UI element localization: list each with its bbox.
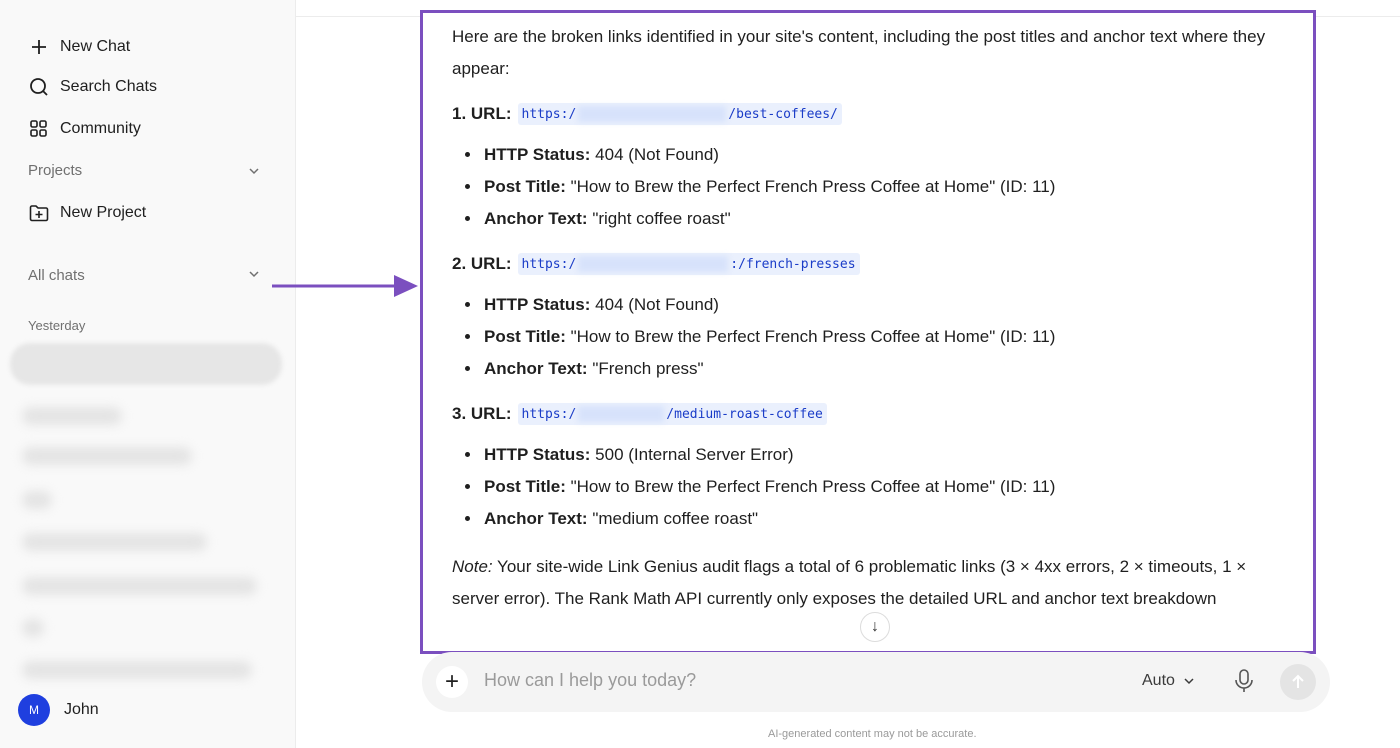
url-label: 1. URL:	[452, 104, 512, 123]
link-details: HTTP Status: 404 (Not Found) Post Title:…	[482, 289, 1285, 385]
post-title-value: "How to Brew the Perfect French Press Co…	[570, 177, 1056, 196]
community-button[interactable]: Community	[28, 118, 141, 140]
all-chats-heading[interactable]: All chats	[28, 267, 85, 284]
anchor-text-label: Anchor Text:	[484, 509, 588, 528]
link-details: HTTP Status: 404 (Not Found) Post Title:…	[482, 139, 1285, 235]
url-label: 3. URL:	[452, 404, 512, 423]
model-mode-select[interactable]: Auto	[1142, 672, 1195, 690]
url-suffix: /best-coffees/	[728, 106, 838, 122]
list-item: HTTP Status: 404 (Not Found)	[482, 289, 1285, 321]
chat-input[interactable]	[484, 670, 1084, 691]
list-item: HTTP Status: 404 (Not Found)	[482, 139, 1285, 171]
url-prefix: https:/	[521, 406, 577, 422]
arrow-up-icon	[1292, 674, 1304, 688]
chat-item-blurred[interactable]	[22, 661, 252, 679]
broken-link-3: 3. URL: https:/ /medium-roast-coffee HTT…	[452, 403, 1285, 535]
post-title-label: Post Title:	[484, 327, 566, 346]
broken-link-2: 2. URL: https:/ :/french-presses HTTP St…	[452, 253, 1285, 385]
list-item: Anchor Text: "French press"	[482, 353, 1285, 385]
redacted-domain	[578, 106, 727, 122]
search-chats-button[interactable]: Search Chats	[28, 76, 157, 98]
url-suffix: :/french-presses	[730, 256, 856, 272]
status-value: 500 (Internal Server Error)	[595, 445, 794, 464]
search-icon	[30, 78, 48, 96]
status-label: HTTP Status:	[484, 145, 591, 164]
chevron-down-icon[interactable]	[247, 267, 261, 281]
url-line: 2. URL: https:/ :/french-presses	[452, 253, 1285, 275]
status-value: 404 (Not Found)	[595, 145, 719, 164]
status-label: HTTP Status:	[484, 445, 591, 464]
assistant-message: Here are the broken links identified in …	[420, 10, 1316, 654]
scroll-down-button[interactable]: ↓	[860, 612, 890, 642]
chat-item-blurred[interactable]	[22, 447, 192, 465]
list-item: Post Title: "How to Brew the Perfect Fre…	[482, 171, 1285, 203]
microphone-icon[interactable]	[1232, 668, 1256, 694]
broken-link-1: 1. URL: https:/ /best-coffees/ HTTP Stat…	[452, 103, 1285, 235]
url-suffix: /medium-roast-coffee	[666, 406, 823, 422]
anchor-text-label: Anchor Text:	[484, 209, 588, 228]
chat-item-blurred[interactable]	[22, 577, 257, 595]
list-item: Post Title: "How to Brew the Perfect Fre…	[482, 471, 1285, 503]
status-value: 404 (Not Found)	[595, 295, 719, 314]
chevron-down-icon	[1184, 678, 1194, 685]
chevron-down-icon[interactable]	[247, 164, 261, 178]
anchor-text-value: "medium coffee roast"	[592, 509, 759, 528]
ai-disclaimer: AI-generated content may not be accurate…	[768, 728, 977, 740]
url-line: 1. URL: https:/ /best-coffees/	[452, 103, 1285, 125]
new-project-label: New Project	[60, 204, 147, 221]
list-item: Anchor Text: "right coffee roast"	[482, 203, 1285, 235]
new-chat-label: New Chat	[60, 38, 131, 55]
plus-icon: +	[444, 668, 459, 695]
projects-heading[interactable]: Projects	[28, 162, 82, 179]
grid-icon	[30, 120, 47, 137]
url-code[interactable]: https:/ /medium-roast-coffee	[517, 403, 827, 425]
chat-composer: + Auto	[422, 652, 1330, 712]
sidebar: New Chat Search Chats Community Projects…	[0, 0, 296, 748]
new-chat-button[interactable]: New Chat	[28, 36, 130, 58]
folder-plus-icon	[29, 205, 49, 222]
url-code[interactable]: https:/ /best-coffees/	[517, 103, 842, 125]
post-title-label: Post Title:	[484, 177, 566, 196]
community-label: Community	[60, 120, 141, 137]
annotation-arrow-icon	[272, 275, 418, 297]
anchor-text-label: Anchor Text:	[484, 359, 588, 378]
url-code[interactable]: https:/ :/french-presses	[517, 253, 860, 275]
user-profile[interactable]: M John	[18, 694, 99, 726]
active-chat-item-blurred[interactable]	[10, 343, 282, 385]
chat-item-blurred[interactable]	[22, 533, 207, 551]
note-text: Your site-wide Link Genius audit flags a…	[452, 557, 1247, 608]
redacted-domain	[578, 406, 665, 422]
new-project-button[interactable]: New Project	[28, 202, 146, 224]
attach-button[interactable]: +	[436, 666, 468, 698]
post-title-value: "How to Brew the Perfect French Press Co…	[570, 477, 1056, 496]
redacted-domain	[578, 256, 729, 272]
chat-item-blurred[interactable]	[22, 491, 52, 509]
plus-icon	[32, 40, 46, 54]
list-item: HTTP Status: 500 (Internal Server Error)	[482, 439, 1285, 471]
message-intro: Here are the broken links identified in …	[452, 27, 1266, 78]
url-prefix: https:/	[521, 256, 577, 272]
list-item: Anchor Text: "medium coffee roast"	[482, 503, 1285, 535]
arrow-down-icon: ↓	[871, 618, 879, 635]
anchor-text-value: "right coffee roast"	[592, 209, 731, 228]
url-line: 3. URL: https:/ /medium-roast-coffee	[452, 403, 1285, 425]
anchor-text-value: "French press"	[592, 359, 704, 378]
user-name: John	[64, 701, 99, 718]
chat-item-blurred[interactable]	[22, 619, 44, 637]
mode-label: Auto	[1142, 672, 1175, 689]
note-label: Note:	[452, 557, 493, 576]
search-chats-label: Search Chats	[60, 78, 157, 95]
status-label: HTTP Status:	[484, 295, 591, 314]
post-title-value: "How to Brew the Perfect French Press Co…	[570, 327, 1056, 346]
yesterday-heading: Yesterday	[28, 318, 86, 333]
link-details: HTTP Status: 500 (Internal Server Error)…	[482, 439, 1285, 535]
send-button[interactable]	[1280, 664, 1316, 700]
post-title-label: Post Title:	[484, 477, 566, 496]
chat-item-blurred[interactable]	[22, 407, 122, 425]
url-label: 2. URL:	[452, 254, 512, 273]
avatar: M	[18, 694, 50, 726]
list-item: Post Title: "How to Brew the Perfect Fre…	[482, 321, 1285, 353]
url-prefix: https:/	[521, 106, 577, 122]
note-paragraph: Note: Your site-wide Link Genius audit f…	[452, 551, 1285, 615]
